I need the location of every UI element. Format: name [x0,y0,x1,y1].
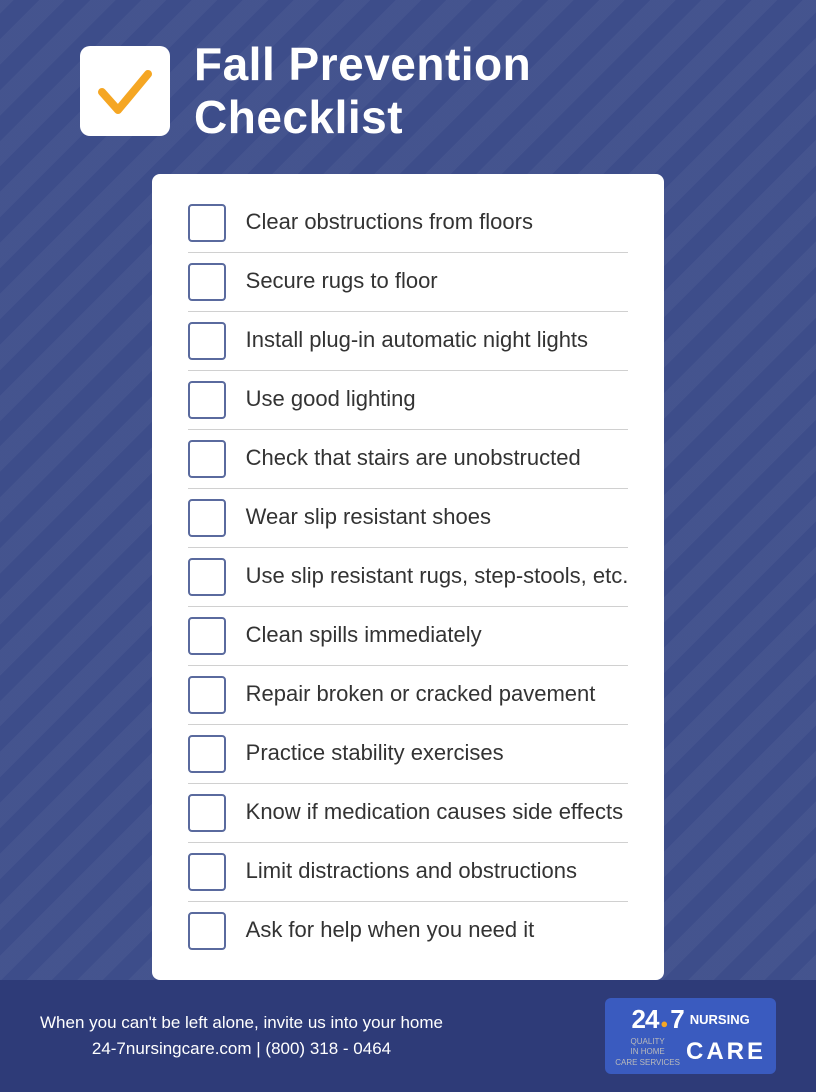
checkbox-9[interactable] [188,676,226,714]
page: Fall Prevention Checklist Clear obstruct… [0,0,816,1056]
checklist-item-10: Practice stability exercises [188,725,629,784]
checklist-item-12: Limit distractions and obstructions [188,843,629,902]
checkbox-1[interactable] [188,204,226,242]
logo-quality: QUALITYIN HOMECARE SERVICES [615,1037,680,1068]
logo-bottom-row: QUALITYIN HOMECARE SERVICES CARE [615,1037,766,1068]
checklist-item-2: Secure rugs to floor [188,253,629,312]
title-line1: Fall Prevention [194,38,531,91]
checklist-item-5: Check that stairs are unobstructed [188,430,629,489]
item-label-3: Install plug-in automatic night lights [246,326,588,355]
checkbox-11[interactable] [188,794,226,832]
item-label-10: Practice stability exercises [246,739,504,768]
item-label-12: Limit distractions and obstructions [246,857,577,886]
item-label-1: Clear obstructions from floors [246,208,533,237]
logo-nursing: NURSING [690,1012,750,1027]
checkbox-5[interactable] [188,440,226,478]
logo-top-row: 24 ● 7 NURSING [632,1004,750,1035]
checklist-item-6: Wear slip resistant shoes [188,489,629,548]
header: Fall Prevention Checklist [0,0,816,174]
checklist-item-3: Install plug-in automatic night lights [188,312,629,371]
checkbox-3[interactable] [188,322,226,360]
item-label-9: Repair broken or cracked pavement [246,680,596,709]
footer-line1: When you can't be left alone, invite us … [40,1010,443,1036]
item-label-7: Use slip resistant rugs, step-stools, et… [246,562,629,591]
logo-247: 24 [632,1004,659,1035]
item-label-6: Wear slip resistant shoes [246,503,491,532]
checklist-card: Clear obstructions from floors Secure rug… [152,174,665,980]
logo-badge: 24 ● 7 NURSING QUALITYIN HOMECARE SERVIC… [605,998,776,1074]
item-label-8: Clean spills immediately [246,621,482,650]
checkbox-12[interactable] [188,853,226,891]
checklist-item-13: Ask for help when you need it [188,902,629,960]
item-label-11: Know if medication causes side effects [246,798,623,827]
title-block: Fall Prevention Checklist [194,38,531,144]
checkbox-4[interactable] [188,381,226,419]
checkbox-2[interactable] [188,263,226,301]
title-line2: Checklist [194,91,531,144]
checkbox-8[interactable] [188,617,226,655]
checkbox-10[interactable] [188,735,226,773]
footer: When you can't be left alone, invite us … [0,980,816,1092]
logo-dot-text: ● [660,1017,668,1030]
item-label-2: Secure rugs to floor [246,267,438,296]
logo-care: CARE [686,1038,766,1066]
checklist-item-4: Use good lighting [188,371,629,430]
checkbox-13[interactable] [188,912,226,950]
logo-7: 7 [670,1004,683,1035]
checklist-item-9: Repair broken or cracked pavement [188,666,629,725]
checklist-item-11: Know if medication causes side effects [188,784,629,843]
checklist-item-8: Clean spills immediately [188,607,629,666]
checkmark-icon [94,60,156,122]
checklist-item-1: Clear obstructions from floors [188,194,629,253]
checkmark-icon-box [80,46,170,136]
checkbox-7[interactable] [188,558,226,596]
footer-line2: 24-7nursingcare.com | (800) 318 - 0464 [40,1036,443,1062]
item-label-13: Ask for help when you need it [246,916,535,945]
item-label-4: Use good lighting [246,385,416,414]
item-label-5: Check that stairs are unobstructed [246,444,581,473]
checkbox-6[interactable] [188,499,226,537]
footer-text-block: When you can't be left alone, invite us … [40,1010,443,1061]
checklist-item-7: Use slip resistant rugs, step-stools, et… [188,548,629,607]
